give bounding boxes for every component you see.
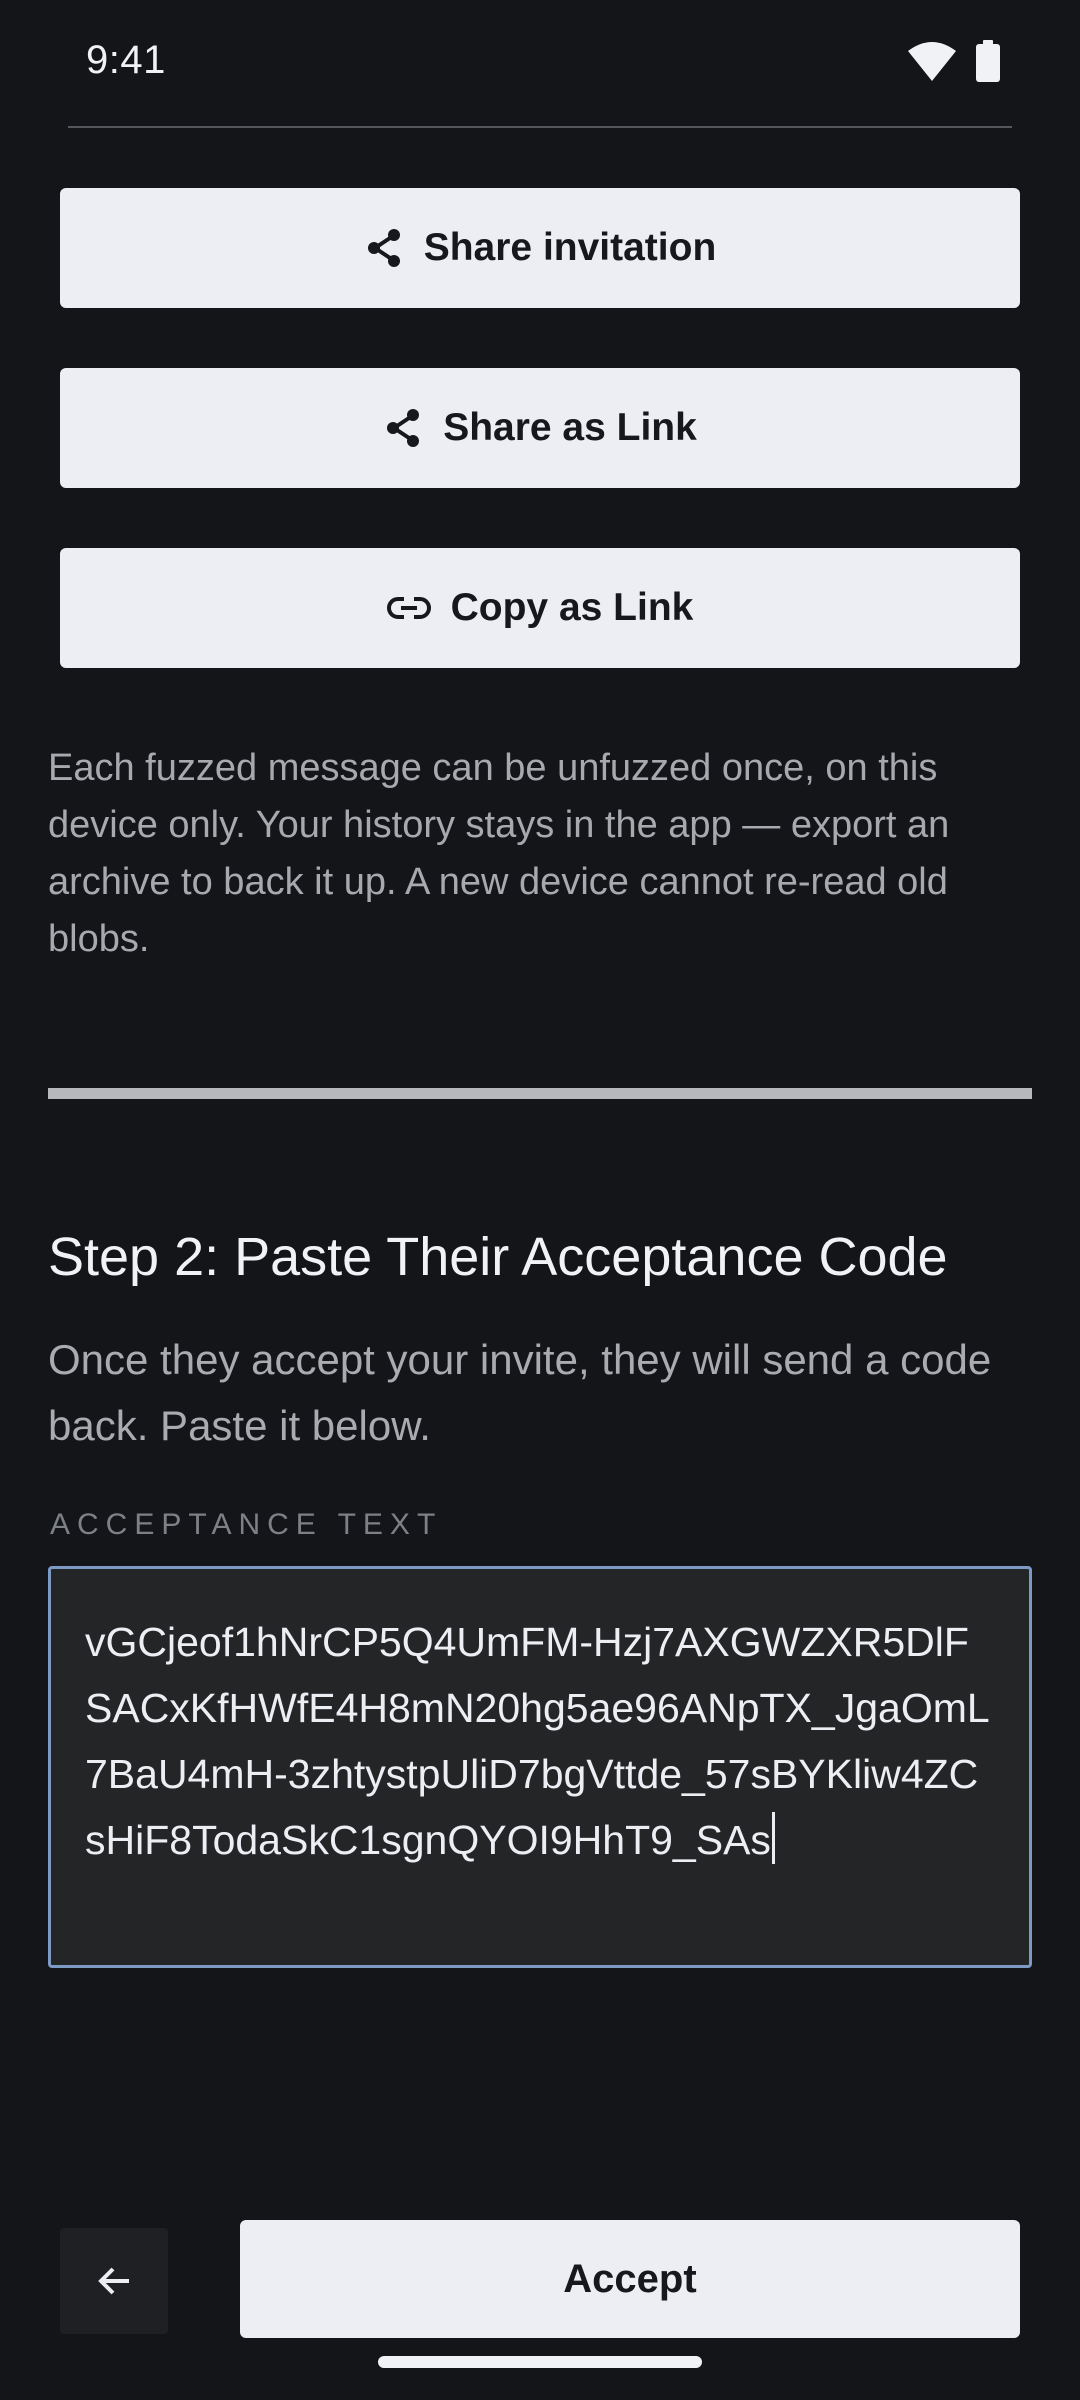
share-as-link-label: Share as Link [443,406,697,449]
text-caret [771,1812,775,1864]
copy-as-link-label: Copy as Link [450,586,694,629]
share-invitation-label: Share invitation [423,226,717,269]
share-as-link-button[interactable]: Share as Link [60,368,1020,488]
share-invitation-button[interactable]: Share invitation [60,188,1020,308]
accept-label: Accept [563,2256,697,2301]
arrow-left-icon [98,2267,129,2295]
battery-icon [976,40,1000,82]
back-button[interactable] [60,2228,168,2334]
acceptance-code-value: vGCjeof1hNrCP5Q4UmFM-Hzj7AXGWZXR5DlFSACx… [85,1619,990,1863]
acceptance-field-label: ACCEPTANCE TEXT [50,1508,443,1541]
status-time: 9:41 [86,38,166,82]
status-icons [908,40,1000,82]
copy-as-link-button[interactable]: Copy as Link [60,548,1020,668]
acceptance-code-input[interactable]: vGCjeof1hNrCP5Q4UmFM-Hzj7AXGWZXR5DlFSACx… [48,1566,1032,1968]
link-icon [386,597,431,619]
info-text: Each fuzzed message can be unfuzzed once… [48,747,950,960]
accept-button[interactable]: Accept [240,2220,1020,2338]
status-divider [68,126,1012,128]
step-description: Once they accept your invite, they will … [48,1336,992,1449]
share-icon [387,409,420,447]
status-bar: 9:41 [0,0,1080,128]
home-indicator[interactable] [378,2356,702,2368]
share-icon [367,229,400,267]
step-title: Step 2: Paste Their Acceptance Code [48,1227,948,1287]
section-divider [48,1088,1032,1099]
wifi-icon [908,42,956,81]
